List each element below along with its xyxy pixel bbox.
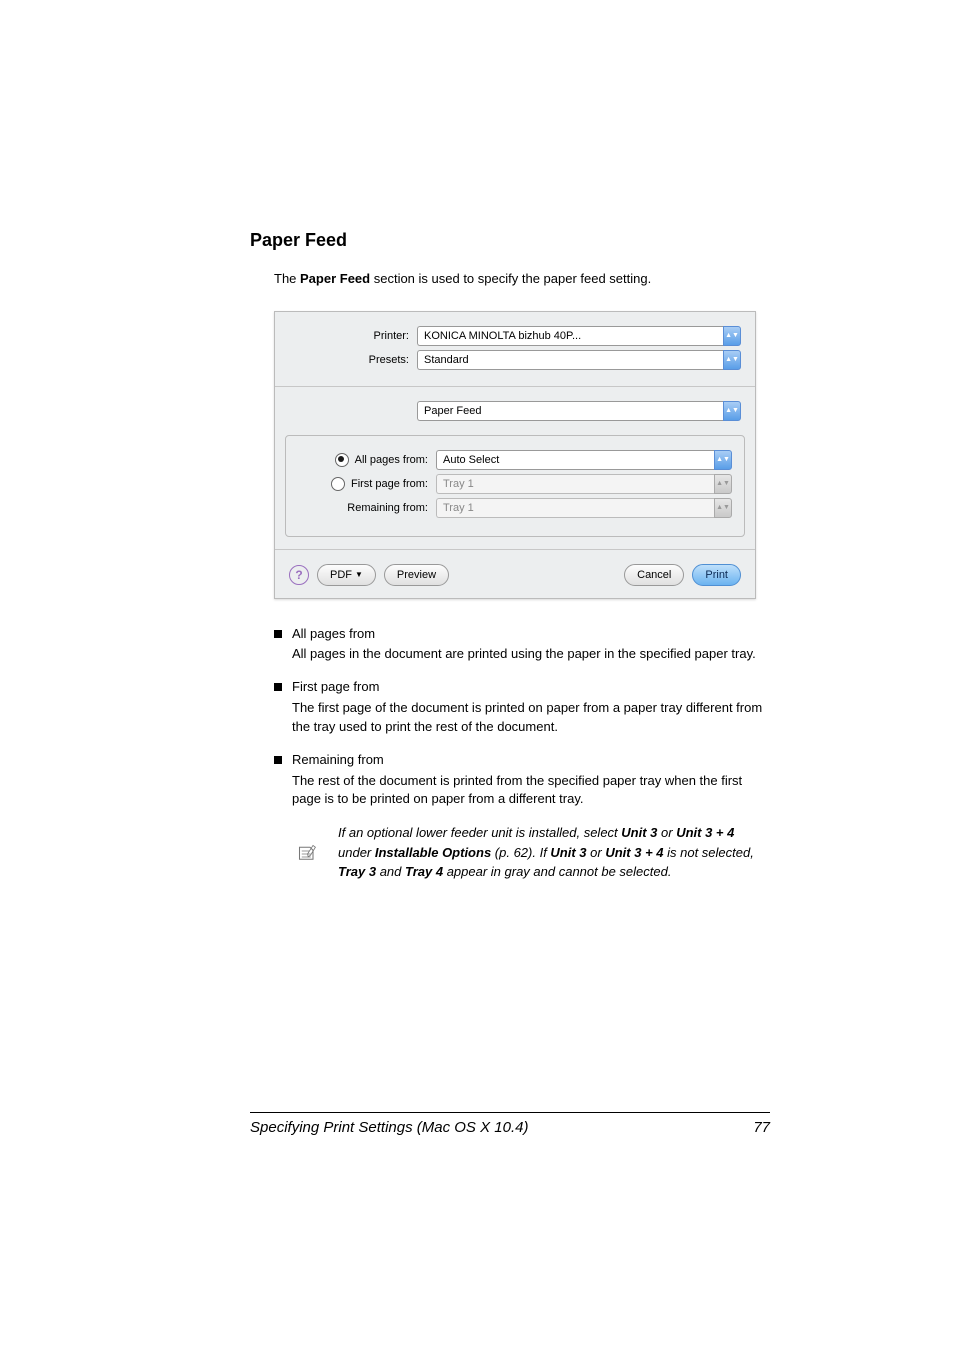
chevron-updown-icon: ▲▼	[714, 474, 732, 494]
all-pages-select[interactable]: Auto Select ▲▼	[436, 450, 732, 470]
first-page-select: Tray 1 ▲▼	[436, 474, 732, 494]
bullet-icon	[274, 756, 282, 764]
footer-rule	[250, 1112, 770, 1113]
pdf-menu-button[interactable]: PDF▼	[317, 564, 376, 586]
remaining-select: Tray 1 ▲▼	[436, 498, 732, 518]
all-pages-label: All pages from:	[355, 454, 428, 466]
all-pages-radio[interactable]	[335, 453, 349, 467]
chevron-updown-icon: ▲▼	[714, 498, 732, 518]
triangle-down-icon: ▼	[355, 570, 363, 579]
note-icon	[298, 825, 322, 882]
bullet-icon	[274, 630, 282, 638]
section-heading: Paper Feed	[250, 230, 770, 251]
printer-label: Printer:	[289, 330, 417, 342]
first-page-label: First page from:	[351, 478, 428, 490]
footer-title: Specifying Print Settings (Mac OS X 10.4…	[250, 1119, 528, 1136]
chevron-updown-icon: ▲▼	[714, 450, 732, 470]
bullet-icon	[274, 683, 282, 691]
printer-select[interactable]: KONICA MINOLTA bizhub 40P... ▲▼	[417, 326, 741, 346]
help-button[interactable]: ?	[289, 565, 309, 585]
chevron-updown-icon: ▲▼	[723, 326, 741, 346]
print-dialog: Printer: KONICA MINOLTA bizhub 40P... ▲▼…	[274, 311, 756, 599]
list-item: Remaining from The rest of the document …	[274, 751, 770, 810]
divider	[275, 386, 755, 387]
presets-select[interactable]: Standard ▲▼	[417, 350, 741, 370]
paper-feed-pane: All pages from: Auto Select ▲▼ First pag…	[285, 435, 745, 537]
cancel-button[interactable]: Cancel	[624, 564, 684, 586]
divider	[275, 549, 755, 550]
first-page-radio[interactable]	[331, 477, 345, 491]
intro-text: The Paper Feed section is used to specif…	[274, 269, 770, 289]
print-button[interactable]: Print	[692, 564, 741, 586]
list-item: First page from The first page of the do…	[274, 678, 770, 737]
preview-button[interactable]: Preview	[384, 564, 449, 586]
note-block: If an optional lower feeder unit is inst…	[298, 823, 770, 882]
chevron-updown-icon: ▲▼	[723, 401, 741, 421]
remaining-label: Remaining from:	[347, 502, 428, 514]
page-number: 77	[753, 1119, 770, 1136]
chevron-updown-icon: ▲▼	[723, 350, 741, 370]
presets-label: Presets:	[289, 354, 417, 366]
list-item: All pages from All pages in the document…	[274, 625, 770, 665]
pane-select[interactable]: Paper Feed ▲▼	[417, 401, 741, 421]
